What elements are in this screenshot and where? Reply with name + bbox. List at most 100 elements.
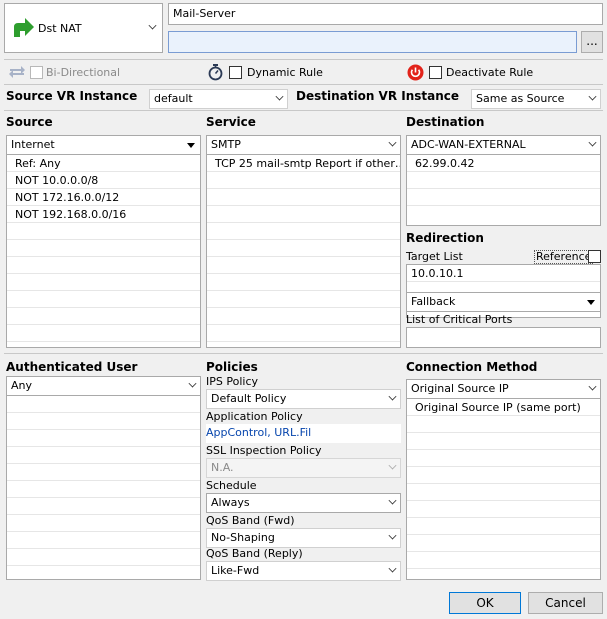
chevron-down-icon (275, 92, 284, 101)
list-item[interactable]: 62.99.0.42 (407, 155, 600, 172)
list-item-empty (407, 416, 600, 433)
list-item-empty (407, 189, 600, 206)
list-item-empty (7, 240, 200, 257)
list-item-empty (407, 484, 600, 501)
list-item-empty (7, 396, 200, 413)
reference-label: Reference (534, 250, 594, 264)
list-item-empty (207, 291, 400, 308)
ssl-inspection-select[interactable]: N.A. (206, 458, 401, 478)
source-vr-select[interactable]: default (149, 89, 288, 109)
service-list[interactable]: TCP 25 mail-smtp Report if other… (206, 154, 401, 348)
stopwatch-icon (208, 64, 223, 81)
dynamic-rule-label: Dynamic Rule (247, 66, 323, 79)
list-item-empty (7, 498, 200, 515)
target-list-label: Target List (406, 250, 463, 263)
list-item-empty (407, 467, 600, 484)
chevron-down-icon (588, 138, 597, 147)
reference-checkbox[interactable] (588, 250, 601, 263)
cancel-button[interactable]: Cancel (528, 592, 603, 614)
ok-button[interactable]: OK (449, 592, 521, 614)
list-item-empty (407, 552, 600, 569)
connection-method-list[interactable]: Original Source IP (same port) (406, 398, 601, 580)
destination-vr-value: Same as Source (476, 92, 565, 105)
list-item-empty (7, 430, 200, 447)
list-item-empty (207, 325, 400, 342)
list-item-empty (407, 501, 600, 518)
list-item-empty (7, 447, 200, 464)
list-item[interactable]: Original Source IP (same port) (407, 399, 600, 416)
schedule-value: Always (211, 496, 250, 509)
service-select[interactable]: SMTP (206, 135, 401, 155)
separator (4, 84, 603, 85)
list-item-empty (407, 518, 600, 535)
list-item-empty (207, 223, 400, 240)
application-policy-field[interactable]: AppControl, URL.Fil (206, 424, 401, 443)
qos-reply-label: QoS Band (Reply) (206, 547, 303, 560)
fallback-value: Fallback (411, 295, 456, 308)
list-item[interactable]: Ref: Any (7, 155, 200, 172)
chevron-down-icon (148, 21, 157, 30)
list-item-empty (7, 413, 200, 430)
qos-fwd-select[interactable]: No-Shaping (206, 528, 401, 548)
action-selector[interactable]: Dst NAT (4, 3, 163, 53)
authenticated-user-list[interactable] (6, 395, 201, 580)
rule-description-input[interactable] (168, 31, 577, 53)
dropdown-arrow-icon (187, 143, 195, 148)
critical-ports-input[interactable] (406, 327, 601, 348)
bidirectional-label: Bi-Directional (46, 66, 121, 79)
authenticated-user-value: Any (11, 379, 33, 392)
list-item-empty (7, 274, 200, 291)
list-item[interactable]: NOT 192.168.0.0/16 (7, 206, 200, 223)
authenticated-user-select[interactable]: Any (6, 376, 201, 396)
list-item[interactable]: TCP 25 mail-smtp Report if other… (207, 155, 400, 172)
list-item-empty (7, 566, 200, 579)
destination-vr-select[interactable]: Same as Source (471, 89, 601, 109)
deactivate-rule-checkbox[interactable] (429, 66, 442, 79)
qos-reply-select[interactable]: Like-Fwd (206, 561, 401, 581)
ips-policy-value: Default Policy (211, 392, 287, 405)
dynamic-rule-checkbox[interactable] (229, 66, 242, 79)
source-select[interactable]: Internet (6, 135, 201, 155)
ips-policy-label: IPS Policy (206, 375, 258, 388)
list-item-empty (207, 274, 400, 291)
rule-name-input[interactable]: Mail-Server (168, 3, 603, 25)
ssl-inspection-value: N.A. (211, 461, 234, 474)
rule-name-value: Mail-Server (173, 7, 236, 20)
list-item[interactable]: NOT 172.16.0.0/12 (7, 189, 200, 206)
qos-fwd-label: QoS Band (Fwd) (206, 514, 295, 527)
list-item-empty (7, 308, 200, 325)
chevron-down-icon (388, 461, 397, 470)
source-list[interactable]: Ref: Any NOT 10.0.0.0/8 NOT 172.16.0.0/1… (6, 154, 201, 348)
policies-header: Policies (206, 360, 258, 374)
list-item-empty (207, 240, 400, 257)
destination-selected-value: ADC-WAN-EXTERNAL (411, 138, 526, 151)
fallback-select[interactable]: Fallback (406, 292, 601, 312)
service-selected-value: SMTP (211, 138, 241, 151)
list-item-empty (7, 464, 200, 481)
browse-button[interactable]: ... (581, 31, 603, 53)
authenticated-user-header: Authenticated User (6, 360, 138, 374)
chevron-down-icon (388, 564, 397, 573)
schedule-select[interactable]: Always (206, 493, 401, 513)
connection-method-value: Original Source IP (411, 382, 509, 395)
qos-fwd-value: No-Shaping (211, 531, 275, 544)
redirection-header: Redirection (406, 231, 484, 245)
list-item-empty (207, 206, 400, 223)
source-vr-value: default (154, 92, 193, 105)
chevron-down-icon (388, 392, 397, 401)
list-item[interactable]: NOT 10.0.0.0/8 (7, 172, 200, 189)
destination-list[interactable]: 62.99.0.42 (406, 154, 601, 226)
bidirectional-checkbox[interactable] (30, 66, 43, 79)
ips-policy-select[interactable]: Default Policy (206, 389, 401, 409)
list-item-empty (407, 535, 600, 552)
list-item[interactable]: 10.0.10.1 (407, 265, 600, 282)
list-item-empty (7, 257, 200, 274)
application-policy-link[interactable]: AppControl, URL.Fil (206, 426, 311, 439)
destination-select[interactable]: ADC-WAN-EXTERNAL (406, 135, 601, 155)
separator (4, 353, 603, 354)
qos-reply-value: Like-Fwd (211, 564, 260, 577)
critical-ports-label: List of Critical Ports (406, 313, 513, 326)
connection-method-select[interactable]: Original Source IP (406, 379, 601, 399)
application-policy-label: Application Policy (206, 410, 303, 423)
source-selected-value: Internet (11, 138, 55, 151)
